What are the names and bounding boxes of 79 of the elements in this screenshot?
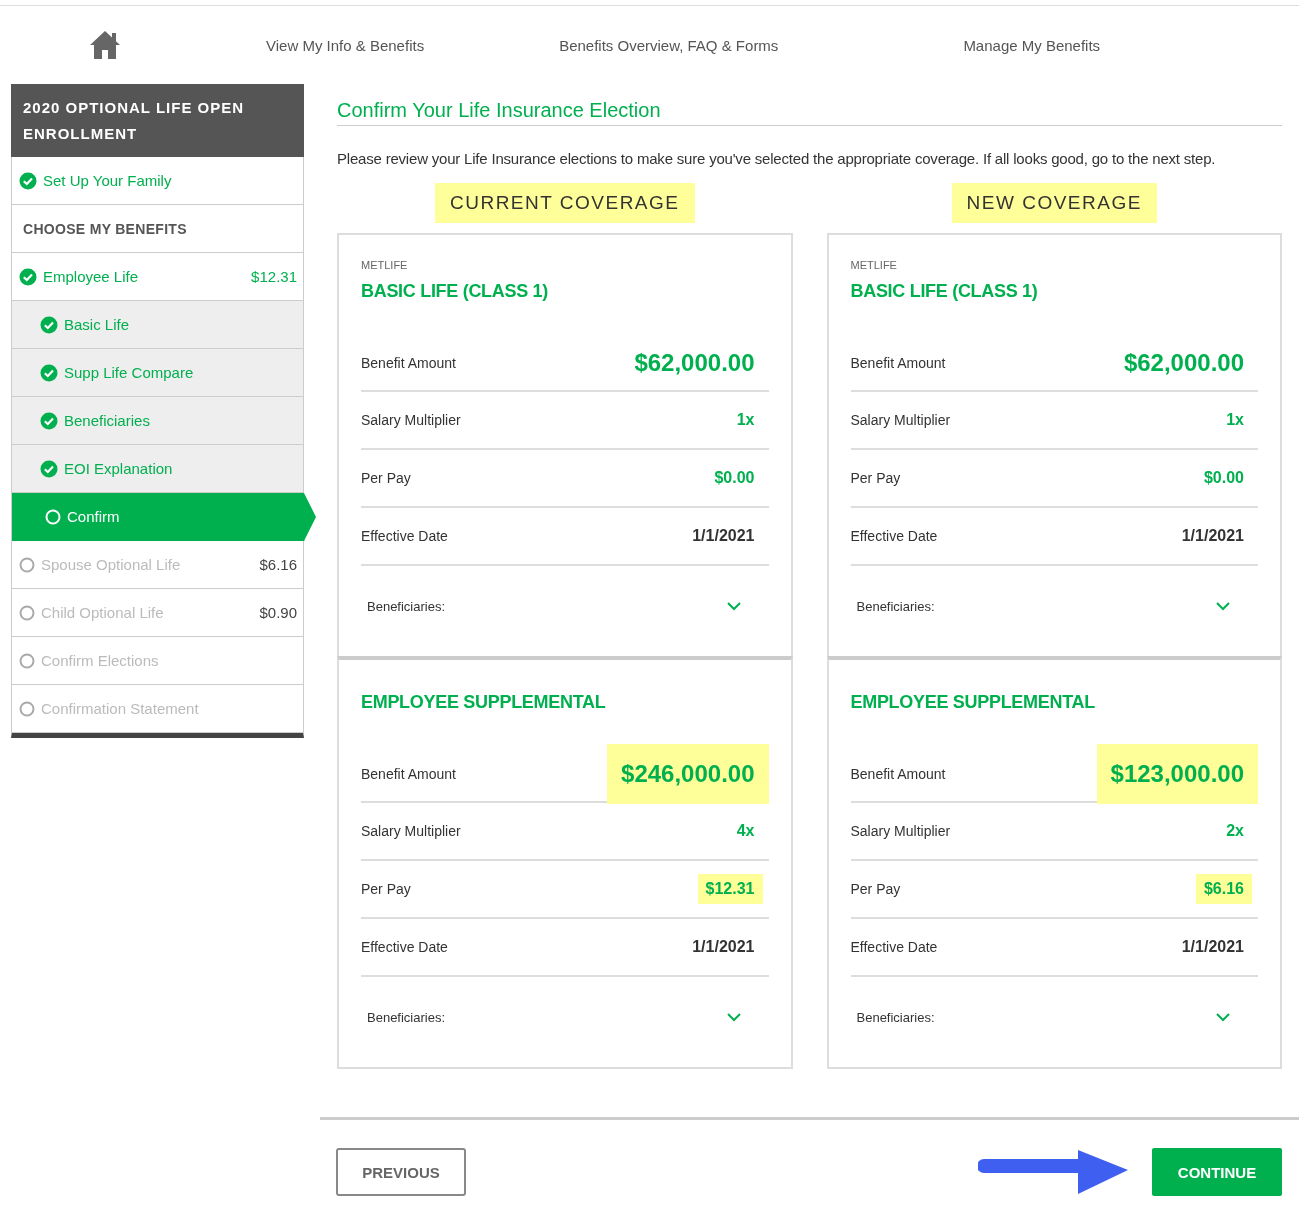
beneficiaries-label: Beneficiaries: [367,1009,446,1025]
carrier-name: METLIFE [850,259,898,271]
amount-text: $12.31 [251,268,297,285]
field-value: 1x [736,410,755,430]
column-heading: CURRENT COVERAGE [435,183,695,223]
sidebar-item[interactable]: Spouse Optional Life $6.16 [12,541,303,589]
field-label: Effective Date [361,528,448,544]
field-value: $12.31 [697,874,763,904]
field-label: Effective Date [850,528,938,544]
sidebar-item[interactable]: Child Optional Life $0.90 [12,589,303,637]
field-label: Benefit Amount [850,355,946,371]
beneficiaries-label: Beneficiaries: [856,598,935,614]
sidebar-label: Confirmation Statement [41,700,200,717]
amount-text: $0.90 [259,604,297,621]
plan-name: EMPLOYEE SUPPLEMENTAL [850,692,1096,713]
field-value: $62,000.00 [634,348,755,378]
field-label: Per Pay [361,881,411,897]
column-heading: NEW COVERAGE [951,183,1157,223]
field-value: 1/1/2021 [1181,526,1244,546]
field-label: Salary Multiplier [850,412,951,428]
field-label: Benefit Amount [850,766,946,782]
page-title: Confirm Your Life Insurance Election [337,99,1282,126]
carrier-name: METLIFE [361,259,409,271]
sidebar-item[interactable]: Set Up Your Family [12,157,303,205]
field-label: Salary Multiplier [361,412,461,428]
sidebar-item[interactable]: EOI Explanation [12,445,303,493]
sidebar-label: Set Up Your Family [43,172,173,189]
sidebar-item[interactable]: Confirm [12,493,316,541]
intro-text: Please review your Life Insurance elections to make sure you've selected the appropriate coverage. If all looks good, go to the next step. [337,149,1217,169]
field-value: 1x [1226,410,1244,430]
field-value: 2x [1226,821,1244,841]
amount-text: $6.16 [259,556,297,573]
section-heading: CHOOSE MY BENEFITS [12,205,303,253]
nav-link[interactable]: Manage My Benefits [963,36,1101,54]
field-value: $123,000.00 [1096,744,1258,804]
sidebar-item[interactable]: Confirmation Statement [12,685,303,733]
field-value: $246,000.00 [607,744,769,804]
sidebar-label: Beneficiaries [64,412,151,429]
beneficiaries-label: Beneficiaries: [856,1009,935,1025]
continue-button[interactable]: CONTINUE [1152,1148,1282,1196]
sidebar-item[interactable]: Supp Life Compare [12,349,303,397]
field-label: Salary Multiplier [850,823,951,839]
field-label: Per Pay [850,881,901,897]
field-label: Per Pay [850,470,901,486]
field-label: Effective Date [361,939,448,955]
field-label: Benefit Amount [361,766,456,782]
field-label: Benefit Amount [361,355,456,371]
field-label: Salary Multiplier [361,823,461,839]
plan-name: EMPLOYEE SUPPLEMENTAL [361,692,607,713]
field-label: Effective Date [850,939,938,955]
sidebar-item[interactable]: Beneficiaries [12,397,303,445]
sidebar-label: Spouse Optional Life [41,556,182,573]
sidebar-item[interactable]: Basic Life [12,301,303,349]
field-value: $0.00 [1203,468,1244,488]
arrow-icon [978,1148,1128,1196]
field-value: 1/1/2021 [692,526,755,546]
sidebar-item[interactable]: Confirm Elections [12,637,303,685]
sidebar-label: Supp Life Compare [64,364,195,381]
sidebar-label: Employee Life [43,268,140,285]
plan-name: BASIC LIFE (CLASS 1) [850,281,1039,302]
field-value: 4x [736,821,755,841]
sidebar-label: EOI Explanation [64,460,174,477]
home-icon [89,29,121,61]
field-value: 1/1/2021 [692,937,755,957]
plan-name: BASIC LIFE (CLASS 1) [361,281,549,302]
previous-button[interactable]: PREVIOUS [336,1148,466,1196]
nav-link[interactable]: View My Info & Benefits [266,36,425,54]
sidebar-title: 2020 OPTIONAL LIFE OPEN ENROLLMENT [11,84,304,157]
beneficiaries-label: Beneficiaries: [367,598,446,614]
sidebar-label: Child Optional Life [41,604,165,621]
field-value: 1/1/2021 [1181,937,1244,957]
field-value: $0.00 [714,468,755,488]
field-label: Per Pay [361,470,411,486]
field-value: $6.16 [1195,874,1252,904]
sidebar-label: Basic Life [64,316,131,333]
sidebar-label: Confirm [67,508,121,525]
nav-link[interactable]: Benefits Overview, FAQ & Forms [559,36,779,54]
field-value: $62,000.00 [1123,348,1244,378]
sidebar-label: Confirm Elections [41,652,160,669]
